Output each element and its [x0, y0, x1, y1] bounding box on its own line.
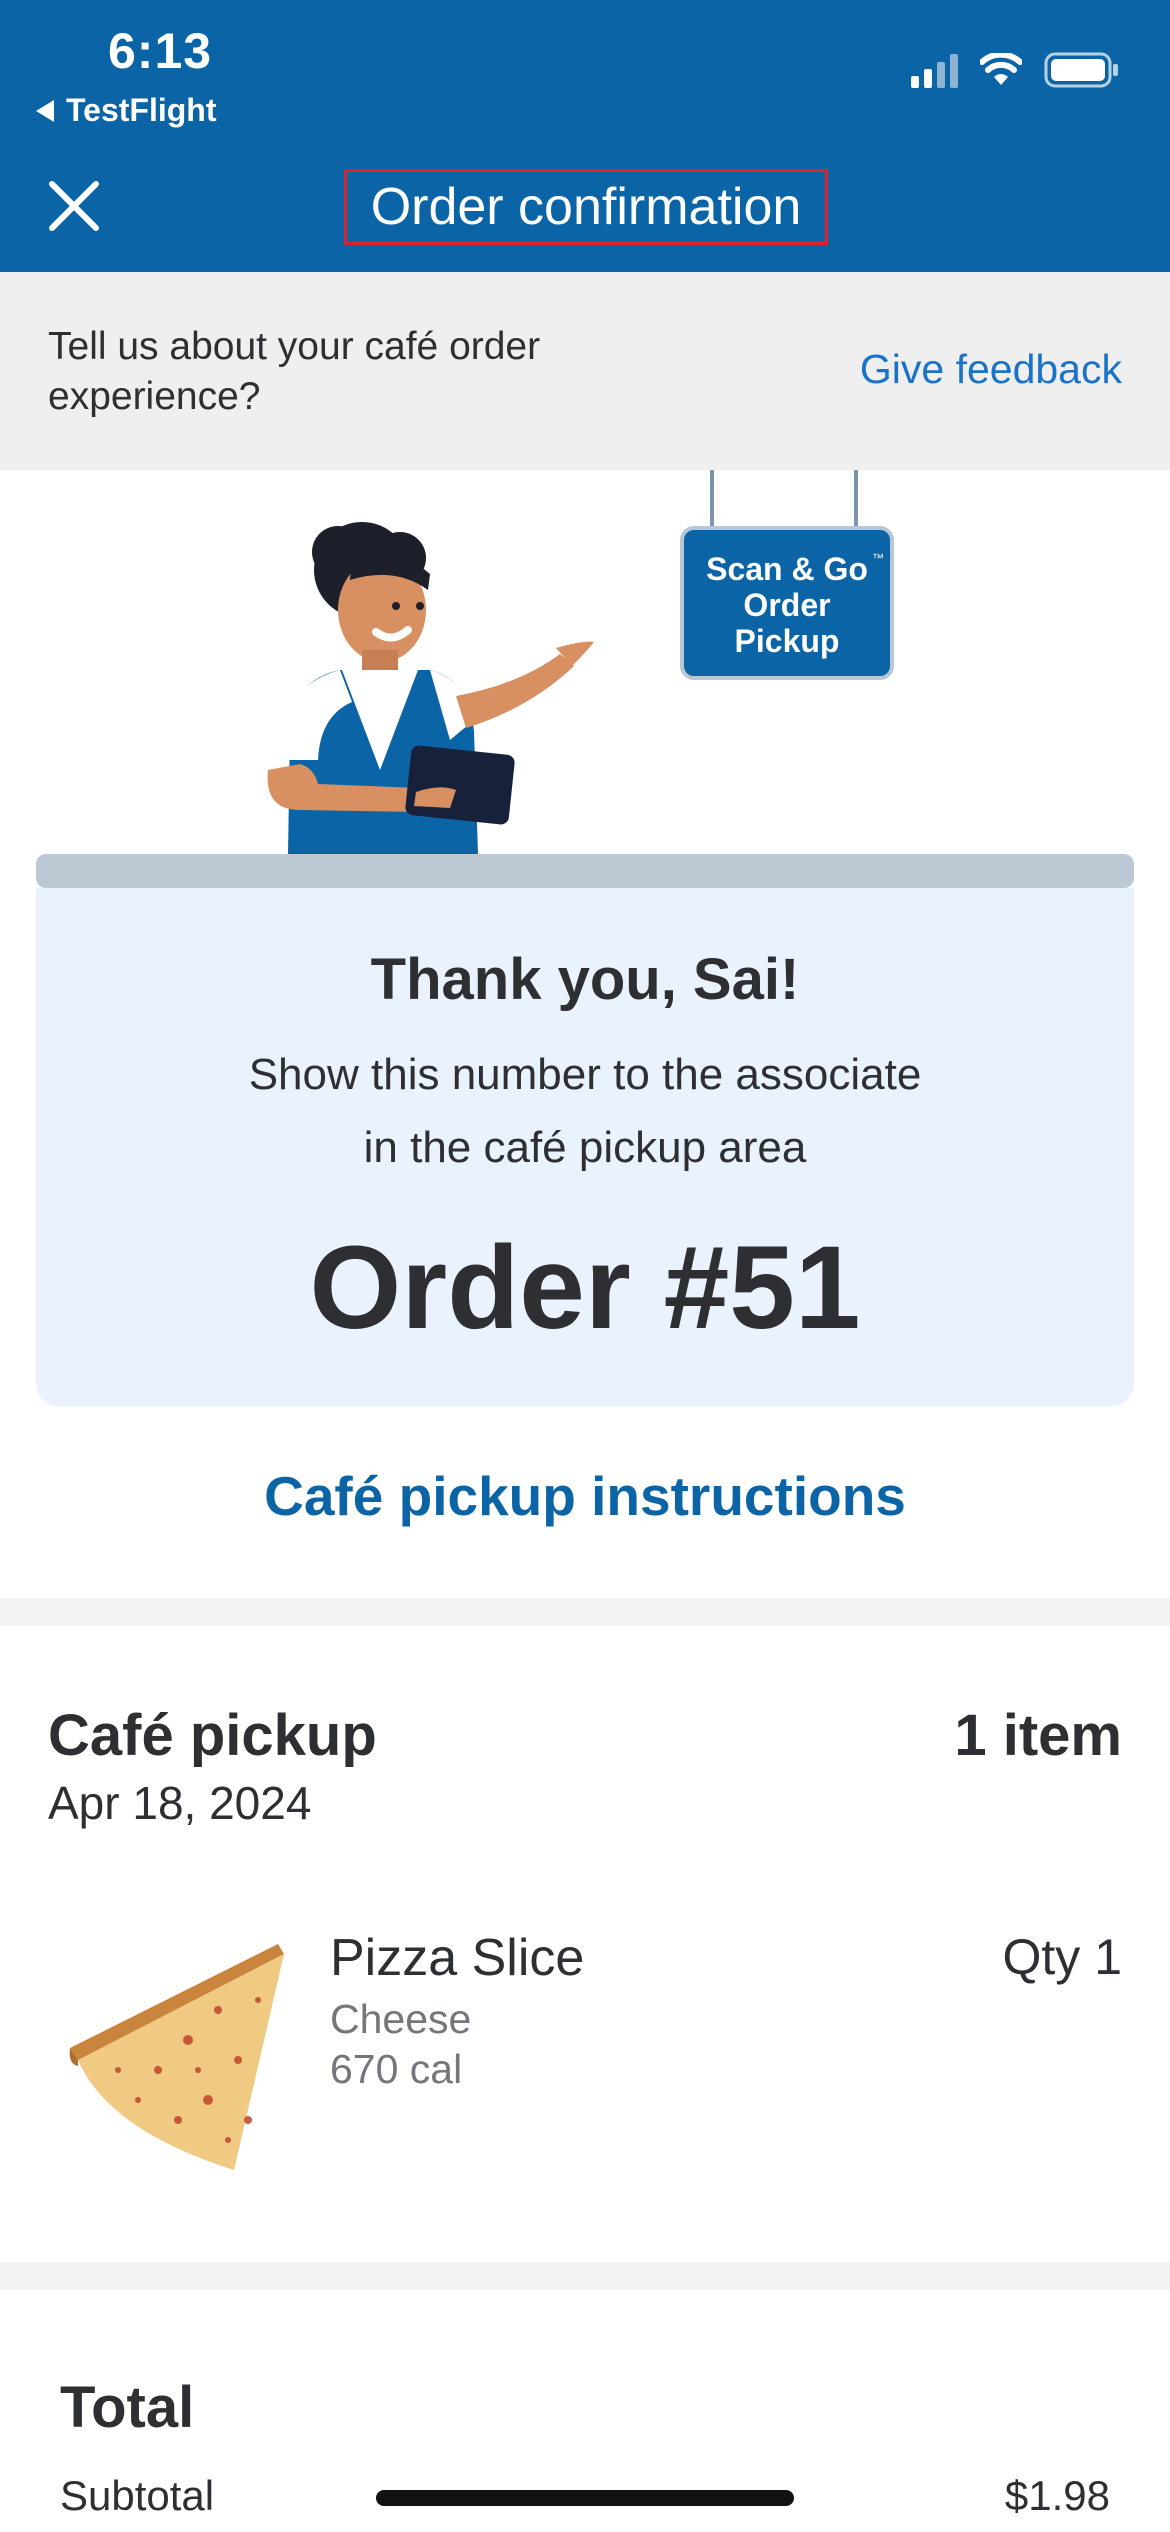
item-name: Pizza Slice — [330, 1929, 585, 1987]
counter-bar — [36, 854, 1134, 888]
order-confirmation-card: Thank you, Sai! Show this number to the … — [36, 888, 1134, 1406]
page-title: Order confirmation — [370, 178, 802, 236]
sign-text-1: Scan & Go — [706, 551, 868, 587]
feedback-prompt: Tell us about your café order experience… — [48, 325, 541, 418]
section-divider — [0, 2262, 1170, 2290]
app-header: 6:13 TestFlight Order confirmation — [0, 0, 1170, 272]
section-divider — [0, 1598, 1170, 1626]
subtotal-value: $1.98 — [1004, 2472, 1110, 2519]
svg-text:™: ™ — [872, 551, 884, 565]
home-indicator[interactable] — [376, 2490, 794, 2506]
instruction-line-2: in the café pickup area — [363, 1123, 807, 1172]
item-option: Cheese — [330, 1996, 472, 2042]
sign-text-3: Pickup — [735, 623, 840, 659]
back-triangle-icon — [36, 99, 54, 122]
pickup-section-title: Café pickup — [48, 1703, 377, 1768]
page-title-box: Order confirmation — [344, 169, 828, 245]
close-icon[interactable] — [44, 176, 104, 236]
pickup-date: Apr 18, 2024 — [48, 1777, 312, 1829]
feedback-banner: Tell us about your café order experience… — [0, 272, 1170, 470]
pickup-instruction-text: Show this number to the associate in the… — [36, 1038, 1134, 1184]
total-heading: Total — [60, 2375, 195, 2440]
svg-text:‹›: ‹› — [374, 736, 388, 757]
thank-you-heading: Thank you, Sai! — [370, 947, 800, 1012]
sign-text-2: Order — [743, 587, 830, 623]
cafe-pickup-instructions-link[interactable]: Café pickup instructions — [0, 1464, 1170, 1528]
item-count: 1 item — [954, 1703, 1122, 1768]
pizza-slice-image — [69, 1944, 284, 2170]
subtotal-label: Subtotal — [60, 2472, 215, 2519]
give-feedback-link[interactable]: Give feedback — [860, 346, 1122, 393]
battery-icon — [1044, 52, 1118, 88]
back-to-testflight-link[interactable]: TestFlight — [36, 92, 217, 129]
back-app-label: TestFlight — [66, 92, 217, 128]
item-calories: 670 cal — [330, 2046, 463, 2092]
instruction-line-1: Show this number to the associate — [248, 1050, 922, 1099]
item-quantity: Qty 1 — [1002, 1929, 1122, 1985]
order-number: Order #51 — [309, 1222, 861, 1354]
status-icons — [911, 52, 1120, 88]
associate-illustration: Scan & Go ™ Order Pickup ‹› — [267, 470, 894, 854]
wifi-icon — [980, 53, 1022, 85]
cellular-signal-icon — [911, 52, 958, 88]
status-time: 6:13 — [108, 23, 213, 79]
